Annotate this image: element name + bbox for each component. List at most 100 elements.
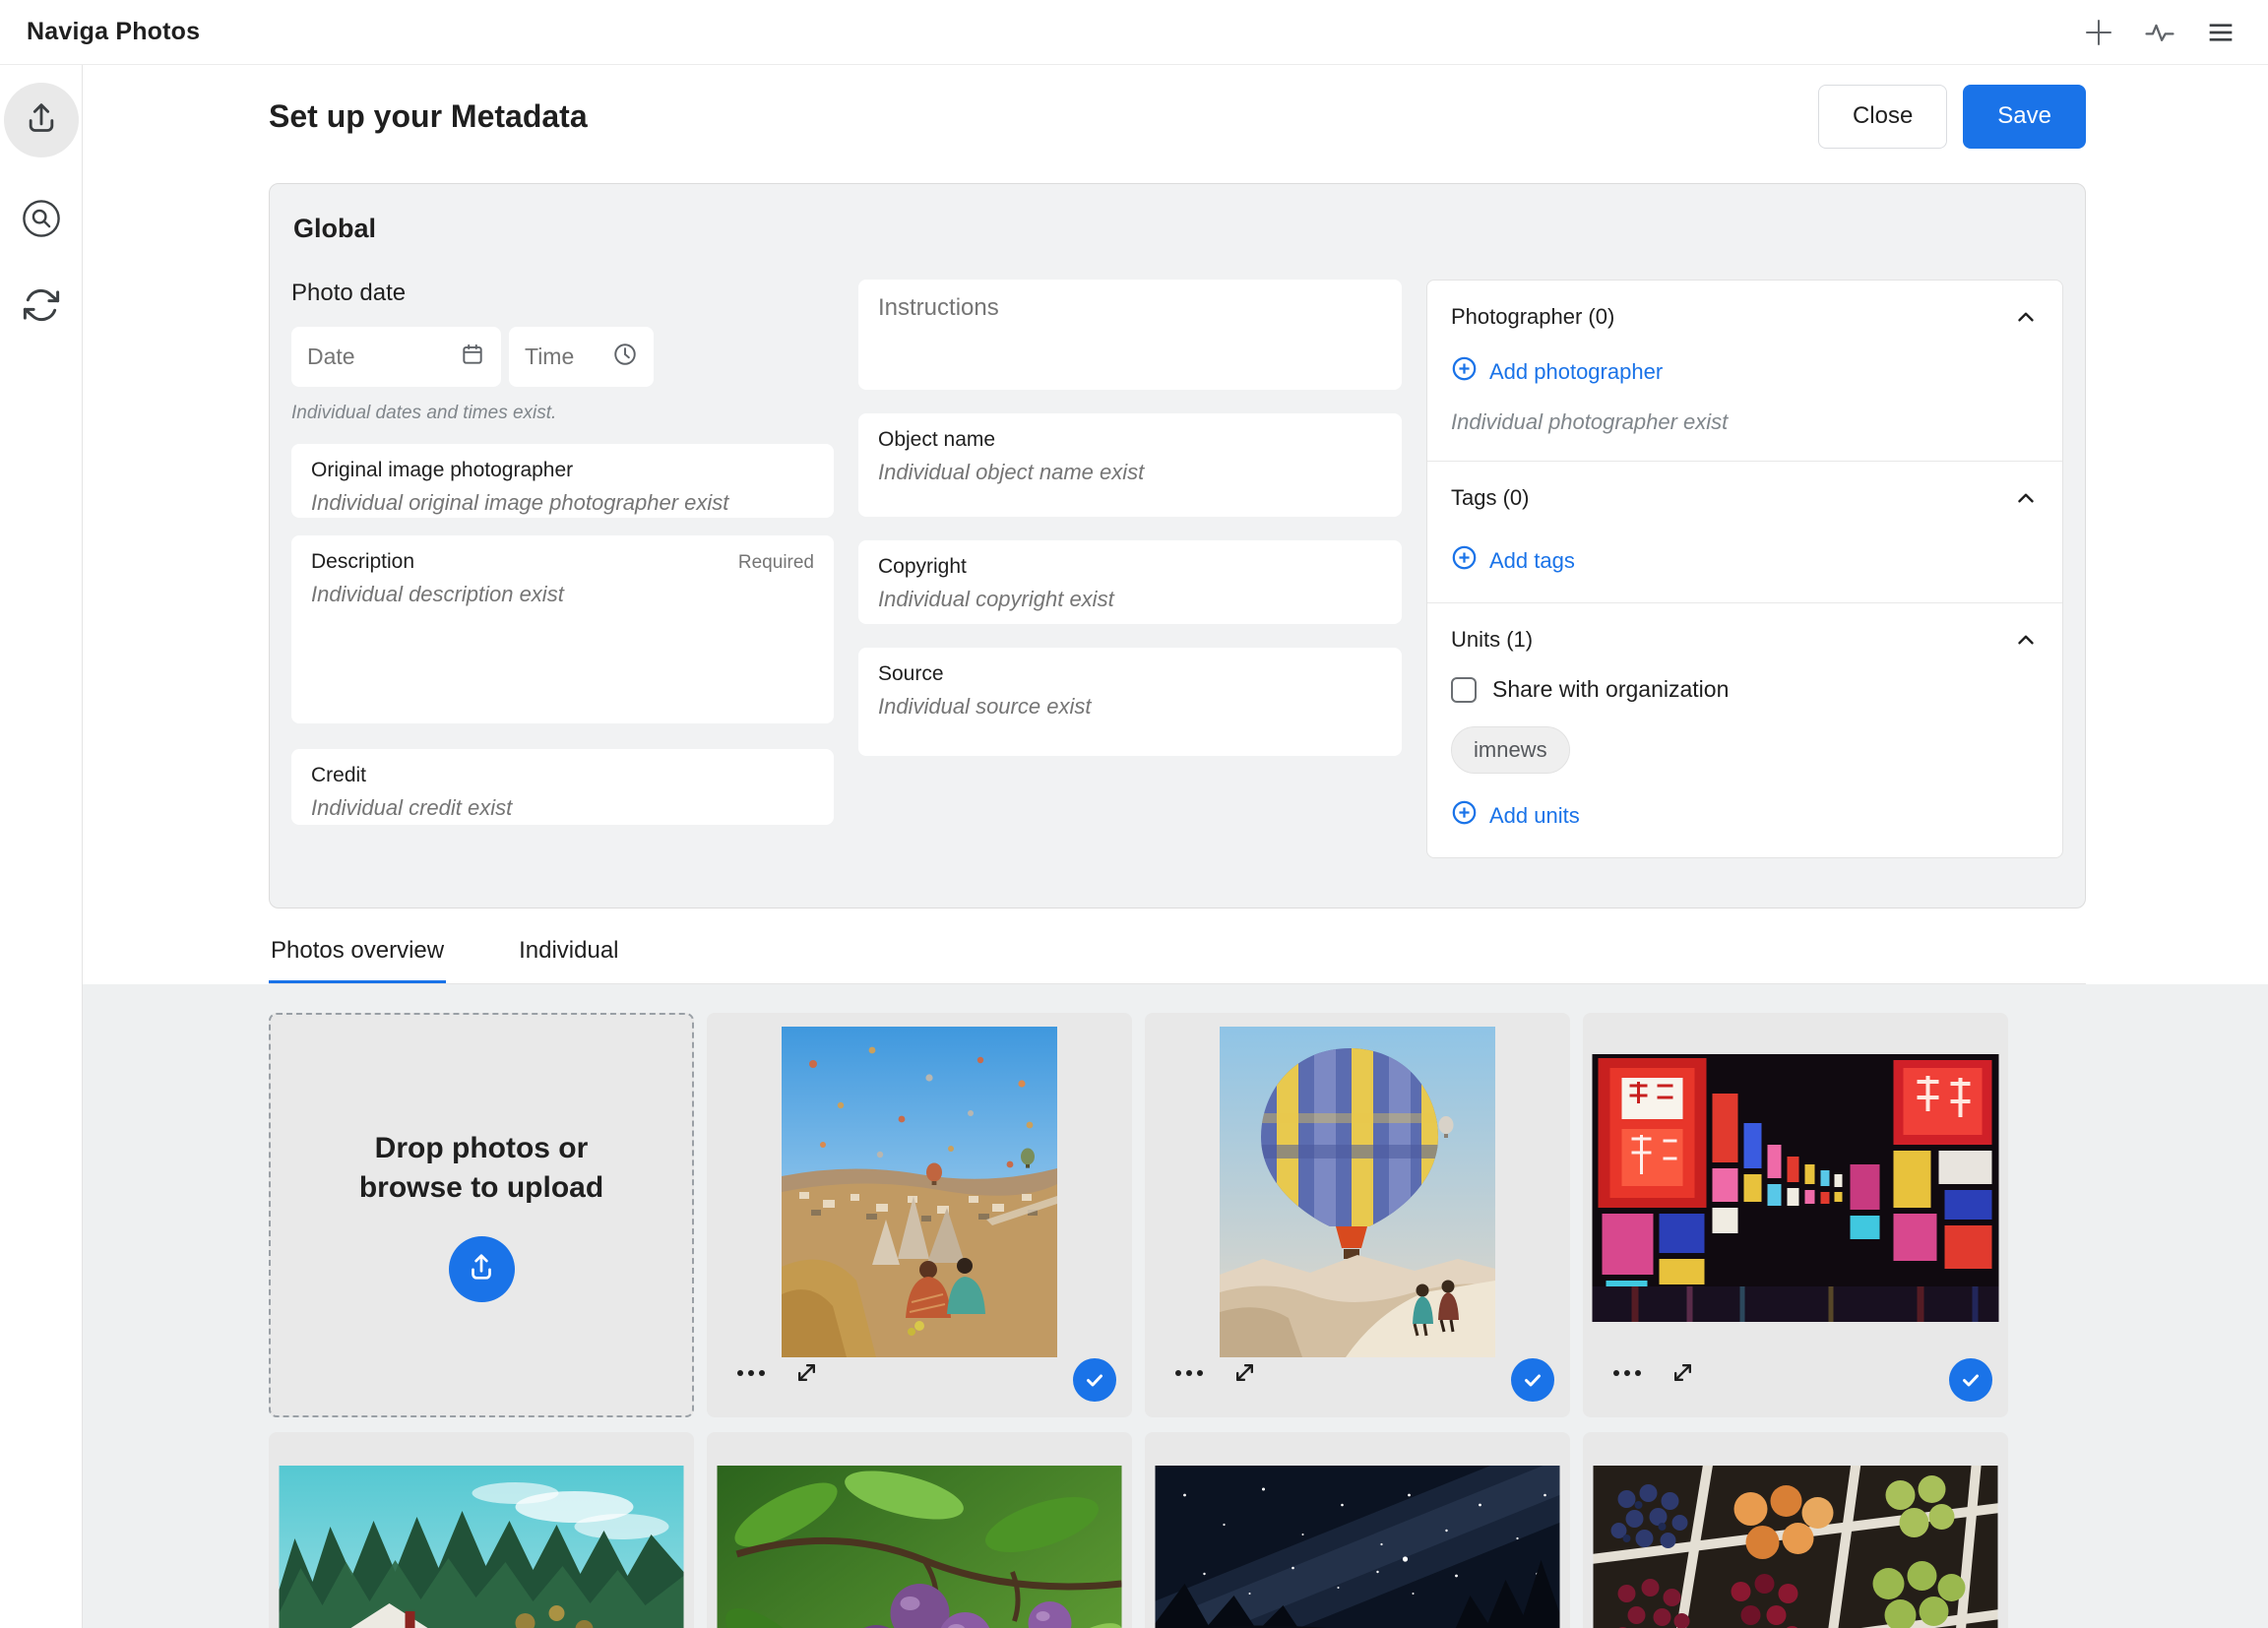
photo-thumbnail-fruit-crates[interactable] xyxy=(1594,1466,1998,1628)
save-button[interactable]: Save xyxy=(1963,85,2086,149)
time-field[interactable] xyxy=(509,327,654,387)
expand-icon[interactable] xyxy=(1231,1359,1258,1386)
photo-date-hint: Individual dates and times exist. xyxy=(291,403,834,424)
photo-card xyxy=(707,1013,1132,1417)
sidebar-search-button[interactable] xyxy=(18,197,65,244)
sync-icon xyxy=(21,284,62,331)
photo-card xyxy=(707,1432,1132,1628)
tab-photos-overview[interactable]: Photos overview xyxy=(269,937,446,983)
original-photographer-placeholder: Individual original image photographer e… xyxy=(311,490,814,516)
instructions-field[interactable]: Instructions xyxy=(858,280,1402,390)
source-placeholder: Individual source exist xyxy=(878,694,1382,720)
source-field[interactable]: Source Individual source exist xyxy=(858,648,1402,756)
plus-circle-icon xyxy=(1451,355,1478,388)
add-photographer-button[interactable]: Add photographer xyxy=(1451,355,2039,388)
tags-section-title: Tags (0) xyxy=(1451,485,1529,511)
plus-icon[interactable] xyxy=(2081,15,2116,50)
copyright-label: Copyright xyxy=(878,555,1382,579)
upload-icon xyxy=(22,98,61,143)
selected-check-icon[interactable] xyxy=(1511,1358,1554,1402)
topbar-icons xyxy=(2081,15,2238,50)
activity-icon[interactable] xyxy=(2142,15,2177,50)
left-sidebar xyxy=(0,65,83,1628)
calendar-icon xyxy=(460,342,485,372)
photo-card xyxy=(1583,1432,2008,1628)
add-units-button[interactable]: Add units xyxy=(1451,799,2039,832)
credit-placeholder: Individual credit exist xyxy=(311,795,814,821)
photographer-section-title: Photographer (0) xyxy=(1451,304,1614,330)
expand-icon[interactable] xyxy=(1670,1359,1696,1386)
date-field[interactable] xyxy=(291,327,501,387)
photographer-section: Photographer (0) Add photographer xyxy=(1427,281,2062,461)
description-placeholder: Individual description exist xyxy=(311,582,814,607)
description-required-badge: Required xyxy=(738,552,814,574)
object-name-label: Object name xyxy=(878,428,1382,452)
add-tags-button[interactable]: Add tags xyxy=(1451,544,2039,577)
app-title: Naviga Photos xyxy=(27,18,200,46)
global-column-middle: Instructions Object name Individual obje… xyxy=(858,280,1402,756)
sidebar-upload-button[interactable] xyxy=(4,83,79,157)
plus-circle-icon xyxy=(1451,544,1478,577)
photo-thumbnail-tokyo-neon-street[interactable] xyxy=(1593,1054,1999,1322)
credit-label: Credit xyxy=(311,764,814,787)
unit-chip[interactable]: imnews xyxy=(1451,726,1570,774)
metadata-side-panel: Photographer (0) Add photographer xyxy=(1426,280,2063,858)
object-name-placeholder: Individual object name exist xyxy=(878,460,1382,485)
close-button[interactable]: Close xyxy=(1818,85,1947,149)
description-field[interactable]: Description Required Individual descript… xyxy=(291,535,834,723)
photo-thumbnail-striped-hot-air-balloon[interactable] xyxy=(1220,1027,1495,1357)
more-options-icon[interactable] xyxy=(1174,1369,1204,1377)
more-options-icon[interactable] xyxy=(1612,1369,1642,1377)
date-input[interactable] xyxy=(307,344,450,370)
upload-dropzone[interactable]: Drop photos or browse to upload xyxy=(269,1013,694,1417)
dropzone-text: Drop photos or browse to upload xyxy=(344,1129,619,1209)
original-photographer-field[interactable]: Original image photographer Individual o… xyxy=(291,444,834,518)
chevron-up-icon[interactable] xyxy=(2013,627,2039,653)
copyright-field[interactable]: Copyright Individual copyright exist xyxy=(858,540,1402,624)
upload-icon xyxy=(465,1250,498,1288)
photo-thumbnail-red-lake-cabin[interactable] xyxy=(280,1466,684,1628)
selected-check-icon[interactable] xyxy=(1949,1358,1992,1402)
tab-individual[interactable]: Individual xyxy=(517,937,620,983)
description-label: Description xyxy=(311,550,414,574)
share-checkbox[interactable] xyxy=(1451,677,1477,703)
global-panel: Global Photo date xyxy=(269,183,2086,908)
original-photographer-label: Original image photographer xyxy=(311,459,814,482)
photo-thumbnail-cappadocia-balloon-valley[interactable] xyxy=(782,1027,1057,1357)
chevron-up-icon[interactable] xyxy=(2013,485,2039,511)
photo-card xyxy=(269,1432,694,1628)
tags-section: Tags (0) Add tags xyxy=(1427,461,2062,602)
photo-card xyxy=(1583,1013,2008,1417)
browse-upload-button[interactable] xyxy=(449,1236,515,1302)
photo-card xyxy=(1145,1432,1570,1628)
expand-icon[interactable] xyxy=(793,1359,820,1386)
clock-icon xyxy=(612,342,638,372)
metadata-section: Set up your Metadata Close Save Global P… xyxy=(83,65,2268,984)
photo-thumbnail-plums-on-branch[interactable] xyxy=(718,1466,1122,1628)
chevron-up-icon[interactable] xyxy=(2013,304,2039,330)
copyright-placeholder: Individual copyright exist xyxy=(878,587,1382,612)
units-section-title: Units (1) xyxy=(1451,627,1533,653)
search-icon xyxy=(20,197,63,245)
source-label: Source xyxy=(878,662,1382,686)
object-name-field[interactable]: Object name Individual object name exist xyxy=(858,413,1402,517)
share-with-organization-toggle[interactable]: Share with organization xyxy=(1451,676,2039,703)
page-title: Set up your Metadata xyxy=(269,98,588,135)
photo-card xyxy=(1145,1013,1570,1417)
share-label: Share with organization xyxy=(1492,676,1729,703)
add-units-label: Add units xyxy=(1489,803,1580,829)
more-options-icon[interactable] xyxy=(736,1369,766,1377)
topbar: Naviga Photos xyxy=(0,0,2268,65)
plus-circle-icon xyxy=(1451,799,1478,832)
menu-icon[interactable] xyxy=(2203,15,2238,50)
global-column-left: Photo date xyxy=(291,280,834,825)
global-panel-title: Global xyxy=(291,214,2063,244)
photo-date-label: Photo date xyxy=(291,280,834,307)
credit-field[interactable]: Credit Individual credit exist xyxy=(291,749,834,825)
photos-overview-panel: Drop photos or browse to upload xyxy=(83,984,2268,1628)
photo-thumbnail-starry-night-cabin[interactable] xyxy=(1156,1466,1560,1628)
sidebar-sync-button[interactable] xyxy=(18,283,65,331)
photos-tabs: Photos overview Individual xyxy=(269,937,2086,984)
selected-check-icon[interactable] xyxy=(1073,1358,1116,1402)
time-input[interactable] xyxy=(525,344,602,370)
